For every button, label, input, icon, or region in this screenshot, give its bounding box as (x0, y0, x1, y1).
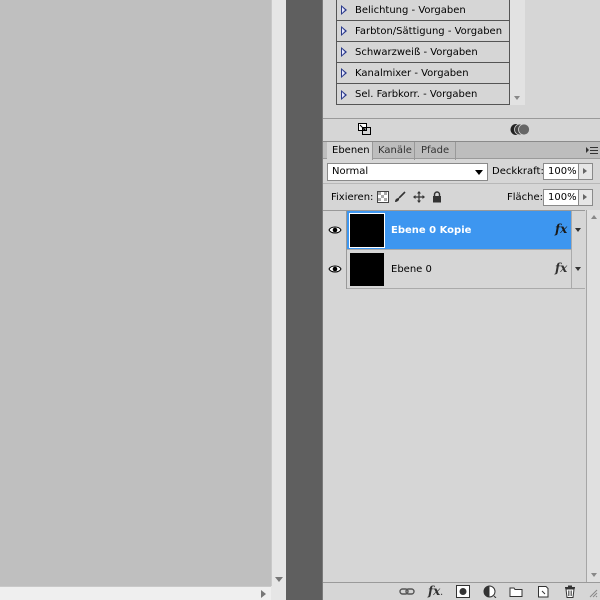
fx-icon[interactable]: fx. (428, 585, 443, 598)
eye-icon[interactable] (328, 264, 342, 274)
lock-label: Fixieren: (331, 192, 374, 203)
scrollbar-corner (271, 586, 286, 600)
link-icon[interactable] (399, 585, 415, 598)
expand-view-icon[interactable] (358, 123, 371, 135)
opacity-input[interactable]: 100% (543, 163, 579, 180)
fill-input[interactable]: 100% (543, 189, 579, 206)
fill-label: Fläche: (507, 192, 544, 203)
tab-ebenen[interactable]: Ebenen (327, 142, 373, 160)
adjustment-layer-icon[interactable] (483, 585, 497, 598)
layer-name[interactable]: Ebene 0 Kopie (391, 225, 471, 236)
preset-item-schwarzweiss[interactable]: Schwarzweiß - Vorgaben (337, 42, 509, 63)
expand-triangle-icon[interactable] (341, 26, 347, 36)
layer-name[interactable]: Ebene 0 (391, 264, 432, 275)
layer-thumbnail[interactable] (350, 253, 384, 286)
opacity-slider-button[interactable] (579, 163, 593, 180)
layer-row-ebene-0[interactable]: Ebene 0 fx (323, 250, 585, 289)
blend-mode-select[interactable]: Normal (327, 163, 488, 181)
preset-label: Schwarzweiß - Vorgaben (355, 46, 478, 58)
new-layer-icon[interactable] (536, 585, 550, 598)
expand-triangle-icon[interactable] (341, 68, 347, 78)
tab-kanaele[interactable]: Kanäle (373, 142, 415, 160)
preset-label: Sel. Farbkorr. - Vorgaben (355, 89, 478, 100)
visibility-toggle[interactable] (323, 250, 347, 289)
layers-tab-bar: Ebenen Kanäle Pfade (323, 141, 600, 160)
adjustments-footer (323, 118, 600, 140)
preset-item-belichtung[interactable]: Belichtung - Vorgaben (337, 0, 509, 21)
effects-expander[interactable] (571, 250, 585, 289)
eye-icon[interactable] (328, 225, 342, 235)
divider (323, 183, 600, 184)
trash-icon[interactable] (563, 585, 577, 598)
preset-label: Belichtung - Vorgaben (355, 4, 466, 16)
preset-item-kanalmixer[interactable]: Kanalmixer - Vorgaben (337, 63, 509, 84)
group-icon[interactable] (509, 585, 523, 598)
scroll-up-icon[interactable] (591, 215, 597, 219)
lock-move-icon[interactable] (413, 191, 425, 203)
expand-triangle-icon[interactable] (341, 47, 347, 57)
chevron-down-icon (475, 170, 483, 175)
adjustment-presets-list: Belichtung - Vorgaben Farbton/Sättigung … (336, 0, 510, 105)
preset-item-farbton-saettigung[interactable]: Farbton/Sättigung - Vorgaben (337, 21, 509, 42)
canvas-vertical-scrollbar[interactable] (271, 0, 286, 586)
lock-transparency-icon[interactable] (377, 191, 389, 203)
panel-menu-icon[interactable] (586, 146, 598, 155)
scroll-down-icon[interactable] (591, 573, 597, 577)
tab-pfade[interactable]: Pfade (416, 142, 456, 160)
effects-expander[interactable] (571, 211, 585, 250)
canvas-horizontal-scrollbar[interactable] (0, 586, 271, 600)
preset-item-sel-farbkorr[interactable]: Sel. Farbkorr. - Vorgaben (337, 84, 509, 105)
lock-brush-icon[interactable] (394, 191, 406, 203)
chevron-down-icon[interactable] (575, 267, 581, 271)
visibility-toggle[interactable] (323, 211, 347, 250)
scroll-down-icon[interactable] (514, 96, 520, 100)
fx-icon[interactable]: fx (555, 261, 567, 275)
fx-icon[interactable]: fx (555, 222, 567, 236)
preset-label: Kanalmixer - Vorgaben (355, 67, 469, 79)
layers-toolbar: fx. (323, 582, 600, 600)
fill-slider-button[interactable] (579, 189, 593, 206)
blend-mode-value: Normal (332, 166, 369, 177)
resize-grip-icon[interactable] (589, 589, 598, 598)
lock-all-icon[interactable] (431, 191, 443, 203)
layers-scrollbar[interactable] (586, 210, 600, 582)
expand-triangle-icon[interactable] (341, 5, 347, 15)
preset-label: Farbton/Sättigung - Vorgaben (355, 25, 503, 37)
panel-dock: Belichtung - Vorgaben Farbton/Sättigung … (322, 0, 600, 600)
presets-scrollbar[interactable] (510, 0, 525, 105)
link-layers-icon[interactable] (510, 123, 530, 136)
scroll-down-icon[interactable] (275, 577, 283, 582)
layer-row-ebene-0-kopie[interactable]: Ebene 0 Kopie fx (323, 211, 585, 250)
scroll-right-icon[interactable] (261, 590, 266, 598)
chevron-down-icon[interactable] (575, 228, 581, 232)
opacity-label: Deckkraft: (492, 166, 544, 177)
layer-thumbnail[interactable] (349, 213, 385, 248)
expand-triangle-icon[interactable] (341, 89, 347, 100)
layers-list: Ebene 0 Kopie fx Ebene 0 fx (323, 210, 585, 582)
mask-icon[interactable] (456, 585, 470, 598)
document-canvas[interactable] (0, 0, 271, 586)
